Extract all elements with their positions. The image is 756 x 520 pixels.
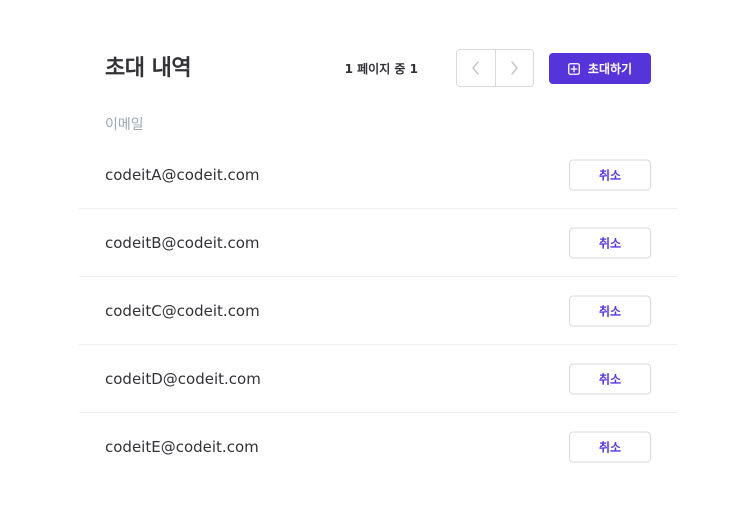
- invitation-row: codeitA@codeit.com 취소: [79, 141, 677, 209]
- cancel-invitation-button[interactable]: 취소: [569, 227, 651, 258]
- cancel-invitation-button[interactable]: 취소: [569, 295, 651, 326]
- invitation-email: codeitE@codeit.com: [105, 438, 259, 456]
- pagination-info: 1 페이지 중 1: [344, 62, 418, 76]
- cancel-invitation-button[interactable]: 취소: [569, 363, 651, 394]
- invitation-history-card: 초대 내역 1 페이지 중 1 초대하기 이메일 codeitA@codeit.…: [79, 20, 677, 483]
- prev-page-button[interactable]: [457, 50, 495, 86]
- chevron-left-icon: [472, 61, 479, 75]
- invite-button[interactable]: 초대하기: [549, 53, 651, 84]
- card-header: 초대 내역 1 페이지 중 1 초대하기: [105, 49, 651, 87]
- invite-button-label: 초대하기: [587, 62, 633, 76]
- next-page-button[interactable]: [494, 50, 533, 86]
- invitation-row: codeitD@codeit.com 취소: [79, 345, 677, 413]
- email-column-label: 이메일: [105, 117, 144, 133]
- pagination-controls: [456, 49, 534, 87]
- invitation-row: codeitC@codeit.com 취소: [79, 277, 677, 345]
- invitation-email: codeitA@codeit.com: [105, 165, 260, 184]
- page-title: 초대 내역: [105, 56, 192, 81]
- invitation-row: codeitE@codeit.com 취소: [79, 413, 677, 481]
- add-box-icon: [568, 62, 580, 75]
- invitation-email: codeitC@codeit.com: [105, 301, 260, 320]
- cancel-invitation-button[interactable]: 취소: [569, 431, 651, 463]
- cancel-invitation-button[interactable]: 취소: [569, 159, 651, 190]
- invitation-email: codeitD@codeit.com: [105, 369, 261, 388]
- chevron-right-icon: [511, 61, 518, 75]
- invitation-row: codeitB@codeit.com 취소: [79, 209, 677, 277]
- invitation-email: codeitB@codeit.com: [105, 233, 260, 252]
